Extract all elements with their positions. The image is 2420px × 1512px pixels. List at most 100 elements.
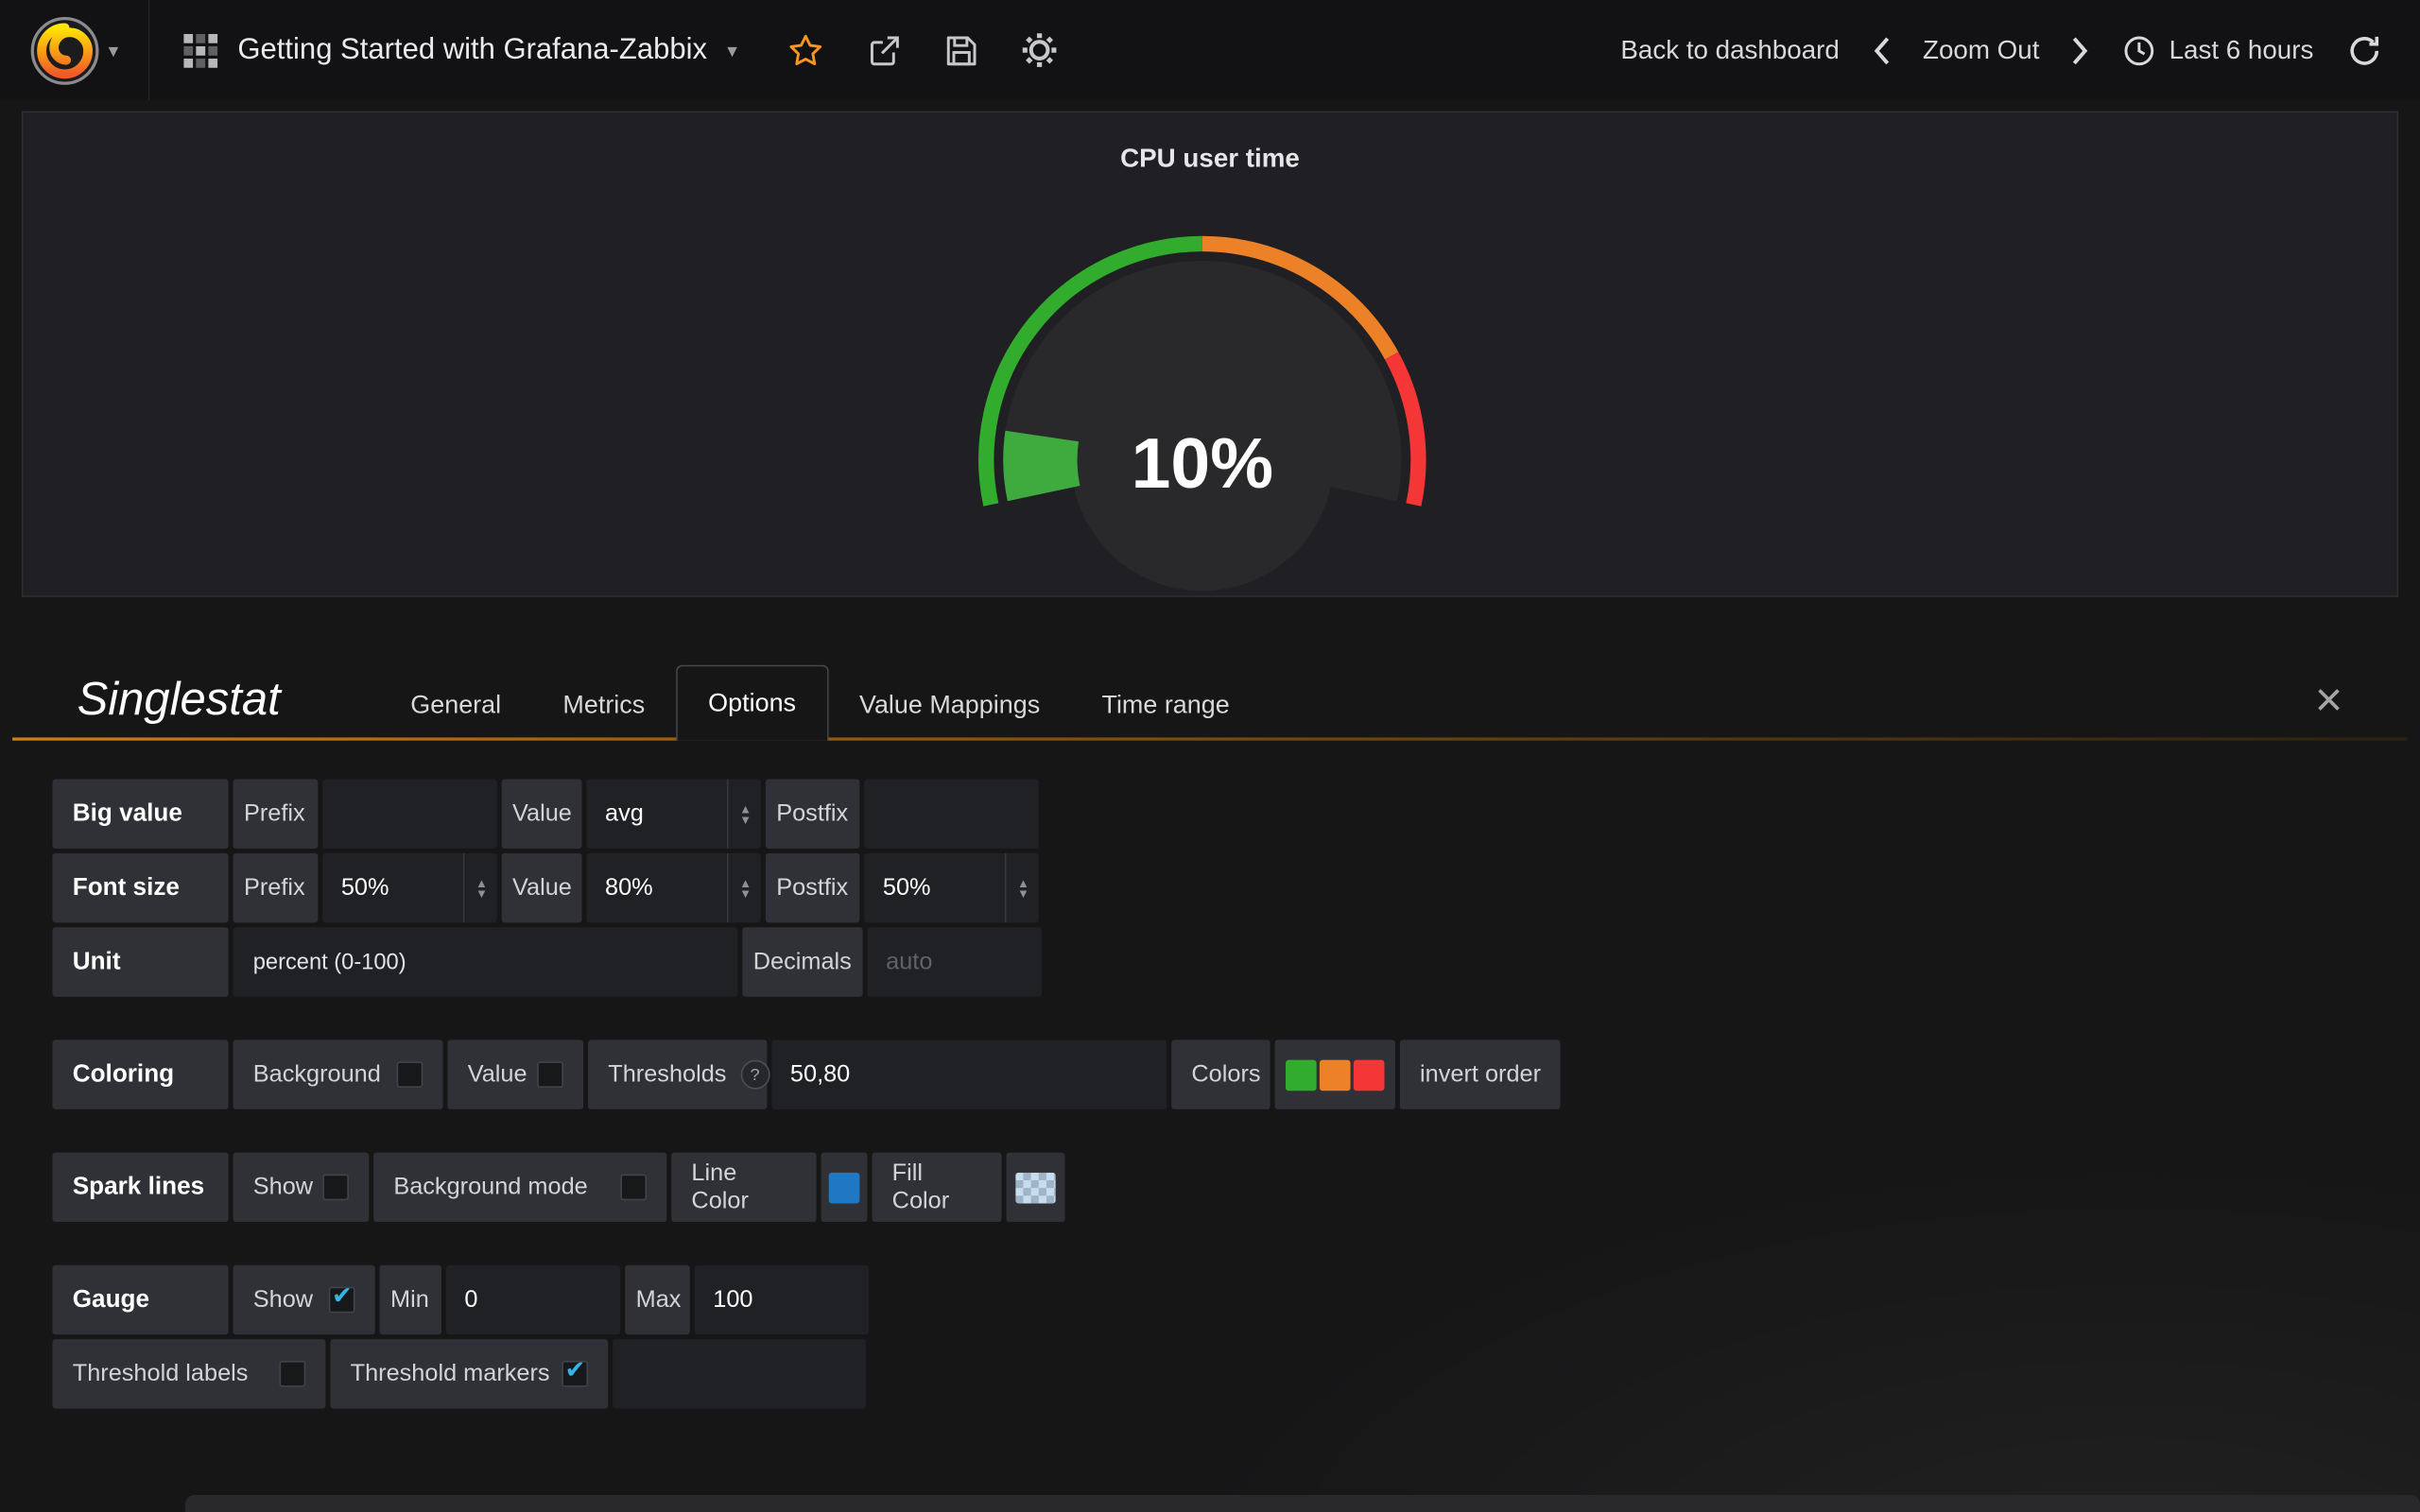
- stepper-icon: ▲▼: [463, 853, 497, 922]
- gauge-value: 10%: [1132, 421, 1273, 505]
- thresholds-input[interactable]: [771, 1040, 1167, 1108]
- threshold-labels-checkbox[interactable]: [280, 1361, 306, 1387]
- big-value-row: Big value Prefix Value avg ▲▼ Postfix: [53, 779, 1562, 848]
- tab-options[interactable]: Options: [676, 665, 828, 741]
- panel-type-title: Singlestat: [78, 674, 380, 727]
- settings-button[interactable]: [1020, 31, 1059, 70]
- decimals-field[interactable]: [868, 927, 1042, 996]
- stepper-icon: ▲▼: [1005, 853, 1039, 922]
- value-fontsize-select[interactable]: 80% ▲▼: [586, 853, 760, 922]
- back-to-dashboard-button[interactable]: Back to dashboard: [1620, 35, 1839, 66]
- big-value-postfix-input[interactable]: [864, 779, 1038, 848]
- options-form: Big value Prefix Value avg ▲▼ Postfix: [53, 779, 1562, 1452]
- chevron-right-icon: [2072, 35, 2091, 66]
- fill-color-label: Fill Color: [872, 1153, 1001, 1222]
- fill-color-swatch[interactable]: [1015, 1172, 1055, 1203]
- sparklines-group: Spark lines Show Background mode Line Co…: [53, 1153, 1562, 1222]
- save-icon: [944, 33, 978, 67]
- time-shift-right-button[interactable]: [2072, 35, 2091, 66]
- unit-dropdown[interactable]: percent (0-100): [233, 927, 738, 996]
- value-checkbox[interactable]: [537, 1061, 563, 1088]
- gauge-show-checkbox[interactable]: [329, 1287, 355, 1314]
- min-field[interactable]: [446, 1265, 620, 1334]
- postfix-fontsize-select[interactable]: 50% ▲▼: [864, 853, 1038, 922]
- threshold-markers-toggle[interactable]: Threshold markers: [330, 1339, 608, 1408]
- colors-label: Colors: [1171, 1040, 1270, 1108]
- coloring-background-toggle[interactable]: Background: [233, 1040, 443, 1108]
- max-input[interactable]: [695, 1265, 869, 1334]
- big-value-prefix-field[interactable]: [322, 779, 496, 848]
- tab-time-range[interactable]: Time range: [1071, 670, 1261, 741]
- color-swatch-green[interactable]: [1286, 1059, 1317, 1091]
- grafana-menu-button[interactable]: ▾: [0, 0, 149, 100]
- grafana-app: ▾ Getting Started with Grafana-Zabbix ▾: [0, 0, 2420, 1512]
- background-mode-toggle[interactable]: Background mode: [373, 1153, 666, 1222]
- gear-icon: [1020, 31, 1059, 70]
- dashboard-actions: [786, 31, 1058, 70]
- tab-value-mappings[interactable]: Value Mappings: [828, 670, 1071, 741]
- decimals-input[interactable]: [868, 927, 1042, 996]
- tab-general[interactable]: General: [380, 670, 532, 741]
- unit-label: Unit: [53, 927, 229, 996]
- threshold-markers-checkbox[interactable]: [562, 1361, 588, 1387]
- dashboard-title-button[interactable]: Getting Started with Grafana-Zabbix ▾: [149, 0, 762, 100]
- time-picker-button[interactable]: Last 6 hours: [2123, 33, 2314, 67]
- time-shift-left-button[interactable]: [1872, 35, 1891, 66]
- share-icon: [865, 31, 902, 68]
- show-checkbox[interactable]: [322, 1174, 349, 1200]
- share-button[interactable]: [865, 31, 902, 68]
- thresholds-field[interactable]: [771, 1040, 1167, 1108]
- clock-icon: [2123, 33, 2157, 67]
- time-range-label: Last 6 hours: [2169, 35, 2314, 66]
- big-value-label: Big value: [53, 779, 229, 848]
- postfix-label: Postfix: [766, 779, 860, 848]
- threshold-labels-toggle[interactable]: Threshold labels: [53, 1339, 326, 1408]
- line-color-cell: [821, 1153, 868, 1222]
- save-button[interactable]: [944, 33, 978, 67]
- postfix-size-value: 50%: [883, 874, 931, 902]
- value-label: Value: [468, 1060, 527, 1088]
- help-icon[interactable]: ?: [740, 1060, 769, 1090]
- fill-color-cell: [1006, 1153, 1064, 1222]
- max-field[interactable]: [695, 1265, 869, 1334]
- invert-order-button[interactable]: invert order: [1400, 1040, 1561, 1108]
- star-button[interactable]: [786, 31, 823, 68]
- background-checkbox[interactable]: [397, 1061, 424, 1088]
- panel-title[interactable]: CPU user time: [23, 144, 2396, 175]
- background-mode-checkbox[interactable]: [620, 1174, 647, 1200]
- sparklines-label: Spark lines: [53, 1153, 229, 1222]
- prefix-fontsize-select[interactable]: 50% ▲▼: [322, 853, 496, 922]
- coloring-row: Coloring Background Value Thresholds ? C…: [53, 1040, 1562, 1108]
- postfix-label: Postfix: [766, 853, 860, 922]
- sparklines-show-toggle[interactable]: Show: [233, 1153, 370, 1222]
- thresholds-label: Thresholds: [608, 1060, 726, 1088]
- dashboard-grid-icon: [183, 33, 217, 67]
- refresh-button[interactable]: [2346, 31, 2383, 68]
- line-color-label: Line Color: [671, 1153, 816, 1222]
- value-size-value: 80%: [605, 874, 653, 902]
- close-editor-button[interactable]: ×: [2315, 676, 2343, 724]
- color-swatch-orange[interactable]: [1320, 1059, 1351, 1091]
- big-value-stat-select[interactable]: avg ▲▼: [586, 779, 760, 848]
- background-mode-label: Background mode: [393, 1174, 587, 1201]
- show-label: Show: [253, 1286, 313, 1314]
- colors-swatches-cell: [1275, 1040, 1395, 1108]
- line-color-swatch[interactable]: [829, 1172, 860, 1203]
- big-value-prefix-input[interactable]: [322, 779, 496, 848]
- prefix-label: Prefix: [233, 853, 319, 922]
- threshold-colors: [1286, 1059, 1384, 1091]
- min-input[interactable]: [446, 1265, 620, 1334]
- threshold-labels-label: Threshold labels: [73, 1360, 249, 1387]
- coloring-value-toggle[interactable]: Value: [447, 1040, 583, 1108]
- unit-row: Unit percent (0-100) Decimals: [53, 927, 1562, 996]
- tab-metrics[interactable]: Metrics: [532, 670, 676, 741]
- dashboard-title: Getting Started with Grafana-Zabbix: [237, 33, 707, 67]
- color-swatch-red[interactable]: [1354, 1059, 1385, 1091]
- value-options-group: Big value Prefix Value avg ▲▼ Postfix: [53, 779, 1562, 996]
- value-label: Value: [502, 853, 582, 922]
- prefix-size-value: 50%: [341, 874, 389, 902]
- big-value-postfix-field[interactable]: [864, 779, 1038, 848]
- gauge-show-toggle[interactable]: Show: [233, 1265, 375, 1334]
- zoom-out-button[interactable]: Zoom Out: [1923, 35, 2039, 66]
- gauge-label: Gauge: [53, 1265, 229, 1334]
